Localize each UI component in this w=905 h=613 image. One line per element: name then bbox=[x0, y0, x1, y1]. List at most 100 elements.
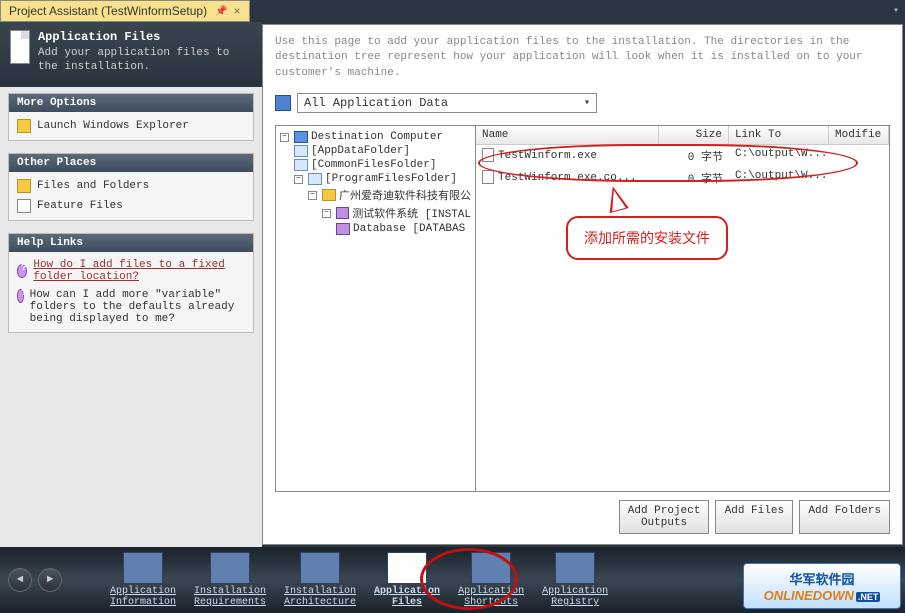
nav-icon bbox=[123, 552, 163, 584]
nav-icon bbox=[300, 552, 340, 584]
tree-node[interactable]: Database [DATABAS bbox=[280, 222, 471, 236]
tree-label: [CommonFilesFolder] bbox=[311, 159, 436, 171]
component-icon bbox=[336, 207, 349, 219]
file-size: 0 字节 bbox=[659, 169, 729, 187]
other-places-section: Other Places Files and Folders Feature F… bbox=[8, 153, 254, 221]
left-panel: Application Files Add your application f… bbox=[0, 22, 262, 547]
tree-node[interactable]: − 测试软件系统 [INSTAL bbox=[280, 204, 471, 222]
close-icon[interactable]: × bbox=[234, 4, 241, 18]
item-label: Launch Windows Explorer bbox=[37, 120, 189, 132]
nav-label: Application Files bbox=[374, 586, 440, 608]
content-split: − Destination Computer [AppDataFolder] [… bbox=[275, 125, 890, 492]
col-size[interactable]: Size bbox=[659, 126, 729, 144]
nav-app-files[interactable]: Application Files bbox=[368, 548, 446, 612]
nav-back-button[interactable]: ◄ bbox=[8, 568, 32, 592]
nav-app-registry[interactable]: Application Registry bbox=[536, 548, 614, 612]
tree-root[interactable]: − Destination Computer bbox=[280, 130, 471, 144]
pin-icon[interactable]: 📌 bbox=[215, 6, 227, 17]
help-link-2[interactable]: How can I add more "variable" folders to… bbox=[15, 286, 247, 328]
collapse-icon[interactable]: − bbox=[280, 133, 289, 142]
nav-forward-button[interactable]: ► bbox=[38, 568, 62, 592]
help-link-1[interactable]: How do I add files to a fixed folder loc… bbox=[15, 256, 247, 286]
file-row[interactable]: TestWinform.exe.co... 0 字节 C:\output\W..… bbox=[476, 167, 889, 189]
nav-app-information[interactable]: Application Information bbox=[104, 548, 182, 612]
nav-label: Application Information bbox=[110, 586, 176, 608]
file-name: TestWinform.exe.co... bbox=[498, 172, 637, 184]
nav-icon bbox=[387, 552, 427, 584]
file-icon bbox=[482, 148, 494, 162]
files-and-folders-item[interactable]: Files and Folders bbox=[15, 176, 247, 196]
folder-icon bbox=[322, 189, 336, 201]
nav-app-shortcuts[interactable]: Application Shortcuts bbox=[452, 548, 530, 612]
action-button-row: Add Project Outputs Add Files Add Folder… bbox=[275, 492, 890, 534]
tree-node[interactable]: [AppDataFolder] bbox=[280, 144, 471, 158]
nav-label: Application Registry bbox=[542, 586, 608, 608]
col-linkto[interactable]: Link To bbox=[729, 126, 829, 144]
watermark-cn: 华军软件园 bbox=[789, 569, 854, 588]
feature-files-item[interactable]: Feature Files bbox=[15, 196, 247, 216]
destination-tree[interactable]: − Destination Computer [AppDataFolder] [… bbox=[276, 126, 476, 491]
main-area: Application Files Add your application f… bbox=[0, 22, 905, 547]
tree-node[interactable]: [CommonFilesFolder] bbox=[280, 158, 471, 172]
bottom-nav: ◄ ► Application Information Installation… bbox=[0, 547, 905, 613]
folder-icon bbox=[294, 159, 308, 171]
file-name: TestWinform.exe bbox=[498, 150, 597, 162]
help-link-label: How can I add more "variable" folders to… bbox=[30, 289, 245, 325]
col-modified[interactable]: Modifie bbox=[829, 126, 889, 144]
folder-icon bbox=[308, 173, 322, 185]
nav-label: Application Shortcuts bbox=[458, 586, 524, 608]
file-list-header: Name Size Link To Modifie bbox=[476, 126, 889, 145]
page-header: Application Files Add your application f… bbox=[0, 22, 262, 87]
section-title: More Options bbox=[9, 94, 253, 112]
file-icon bbox=[17, 199, 31, 213]
section-title: Help Links bbox=[9, 234, 253, 252]
help-icon bbox=[17, 264, 27, 278]
file-row[interactable]: TestWinform.exe 0 字节 C:\output\W... bbox=[476, 145, 889, 167]
launch-explorer-item[interactable]: Launch Windows Explorer bbox=[15, 116, 247, 136]
tree-node[interactable]: − [ProgramFilesFolder] bbox=[280, 172, 471, 186]
tab-title: Project Assistant (TestWinformSetup) bbox=[9, 4, 207, 18]
tree-node[interactable]: − 广州爱奇迪软件科技有限公 bbox=[280, 186, 471, 204]
document-tab[interactable]: Project Assistant (TestWinformSetup) 📌 × bbox=[0, 0, 250, 22]
collapse-icon[interactable]: − bbox=[308, 191, 317, 200]
watermark: 华军软件园 ONLINEDOWN.NET bbox=[743, 563, 901, 609]
add-files-button[interactable]: Add Files bbox=[715, 500, 793, 534]
tree-label: [ProgramFilesFolder] bbox=[325, 173, 457, 185]
chevron-down-icon: ▾ bbox=[584, 97, 590, 109]
window-dropdown-icon[interactable]: ▾ bbox=[893, 5, 905, 17]
collapse-icon[interactable]: − bbox=[294, 175, 303, 184]
file-linkto: C:\output\W... bbox=[729, 147, 829, 165]
add-folders-button[interactable]: Add Folders bbox=[799, 500, 890, 534]
help-icon bbox=[17, 289, 24, 303]
annotation-callout: 添加所需的安装文件 bbox=[566, 216, 728, 260]
collapse-icon[interactable]: − bbox=[322, 209, 331, 218]
folder-open-icon bbox=[17, 119, 31, 133]
tree-label: Database [DATABAS bbox=[353, 223, 465, 235]
help-links-section: Help Links How do I add files to a fixed… bbox=[8, 233, 254, 333]
component-icon bbox=[336, 223, 350, 235]
item-label: Files and Folders bbox=[37, 180, 149, 192]
more-options-section: More Options Launch Windows Explorer bbox=[8, 93, 254, 141]
tree-label: [AppDataFolder] bbox=[311, 145, 410, 157]
watermark-en: ONLINEDOWN.NET bbox=[764, 588, 881, 603]
computer-icon bbox=[294, 131, 308, 143]
data-icon bbox=[275, 95, 291, 111]
item-label: Feature Files bbox=[37, 200, 123, 212]
add-project-outputs-button[interactable]: Add Project Outputs bbox=[619, 500, 710, 534]
tree-label: Destination Computer bbox=[311, 131, 443, 143]
col-name[interactable]: Name bbox=[476, 126, 659, 144]
data-filter-dropdown[interactable]: All Application Data ▾ bbox=[297, 93, 597, 113]
page-title: Application Files bbox=[38, 30, 252, 44]
nav-icon bbox=[210, 552, 250, 584]
file-list-pane: Name Size Link To Modifie TestWinform.ex… bbox=[476, 126, 889, 491]
tree-label: 测试软件系统 [INSTAL bbox=[352, 205, 471, 221]
folder-icon bbox=[17, 179, 31, 193]
file-icon bbox=[10, 30, 30, 64]
data-filter-row: All Application Data ▾ bbox=[275, 93, 890, 113]
nav-install-architecture[interactable]: Installation Architecture bbox=[278, 548, 362, 612]
nav-icon bbox=[471, 552, 511, 584]
tree-label: 广州爱奇迪软件科技有限公 bbox=[339, 187, 471, 203]
file-linkto: C:\output\W... bbox=[729, 169, 829, 187]
nav-install-requirements[interactable]: Installation Requirements bbox=[188, 548, 272, 612]
help-link-label: How do I add files to a fixed folder loc… bbox=[33, 259, 245, 283]
